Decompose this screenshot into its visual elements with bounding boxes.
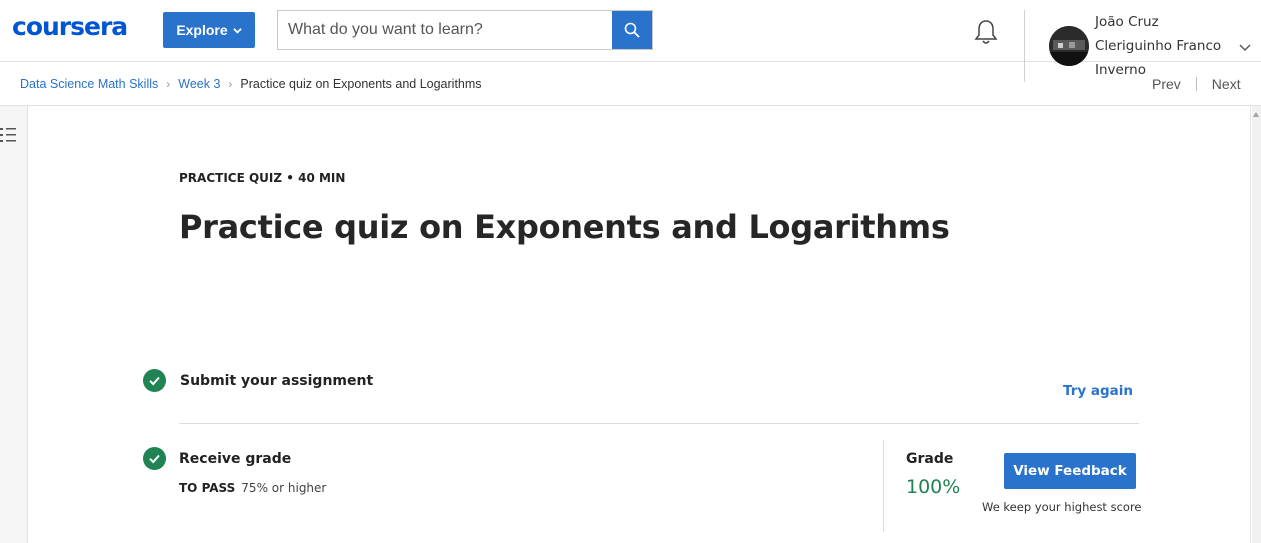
menu-list-icon[interactable] xyxy=(0,126,16,144)
grade-label: Grade xyxy=(906,451,954,467)
top-header: coursera Explore João Cruz Clerig­uin xyxy=(0,0,1261,78)
avatar[interactable] xyxy=(1049,26,1089,66)
user-name-line1: João Cruz xyxy=(1095,14,1159,30)
check-circle-icon xyxy=(143,447,166,470)
content-right-border xyxy=(1250,106,1251,543)
try-again-link[interactable]: Try again xyxy=(1063,383,1133,399)
check-circle-icon xyxy=(143,369,166,392)
step-divider xyxy=(179,423,1139,424)
grade-divider xyxy=(883,440,884,532)
breadcrumb-course[interactable]: Data Science Math Skills xyxy=(20,77,158,91)
user-menu-chevron-icon[interactable] xyxy=(1239,41,1251,53)
breadcrumb-bottom-border xyxy=(0,105,1261,106)
prev-link[interactable]: Prev xyxy=(1152,76,1181,92)
vertical-scrollbar[interactable] xyxy=(1252,106,1261,543)
header-divider xyxy=(1024,10,1025,82)
scroll-up-arrow-icon[interactable] xyxy=(1253,112,1259,117)
left-sidebar-rail xyxy=(0,106,28,543)
page-title: Practice quiz on Exponents and Logarithm… xyxy=(179,208,950,246)
explore-button[interactable]: Explore xyxy=(163,12,255,48)
search-input[interactable] xyxy=(278,11,612,49)
search-icon xyxy=(624,22,640,38)
to-pass-label: TO PASS xyxy=(179,481,236,495)
breadcrumb-separator-icon: › xyxy=(166,77,171,91)
breadcrumb-separator-icon: › xyxy=(228,77,233,91)
search-bar xyxy=(277,10,653,50)
breadcrumb-current: Practice quiz on Exponents and Logarithm… xyxy=(240,77,482,91)
coursera-logo[interactable]: coursera xyxy=(12,12,128,41)
quiz-kicker: PRACTICE QUIZ • 40 MIN xyxy=(179,171,346,185)
receive-grade-label: Receive grade xyxy=(179,451,292,467)
chevron-down-icon xyxy=(232,27,242,34)
checkmark-icon xyxy=(149,376,160,386)
search-button[interactable] xyxy=(612,11,652,49)
explore-label: Explore xyxy=(176,22,228,38)
user-name-line2: Clerig­uinho Franco xyxy=(1095,38,1222,54)
submit-step-label: Submit your assignment xyxy=(180,373,374,389)
to-pass-requirement: TO PASS 75% or higher xyxy=(179,481,326,495)
view-feedback-button[interactable]: View Feedback xyxy=(1004,453,1136,489)
prev-next-nav: Prev Next xyxy=(1152,76,1241,92)
user-name[interactable]: João Cruz Clerig­uinho Franco Inverno xyxy=(1095,10,1230,82)
next-link[interactable]: Next xyxy=(1212,76,1241,92)
breadcrumb-week[interactable]: Week 3 xyxy=(178,77,220,91)
highest-score-note: We keep your highest score xyxy=(982,500,1142,514)
bell-icon[interactable] xyxy=(973,18,999,46)
avatar-photo xyxy=(1049,26,1089,66)
checkmark-icon xyxy=(149,454,160,464)
to-pass-value: 75% or higher xyxy=(241,481,327,495)
nav-divider xyxy=(1195,77,1197,91)
breadcrumb: Data Science Math Skills › Week 3 › Prac… xyxy=(20,77,482,91)
grade-value: 100% xyxy=(906,476,961,498)
